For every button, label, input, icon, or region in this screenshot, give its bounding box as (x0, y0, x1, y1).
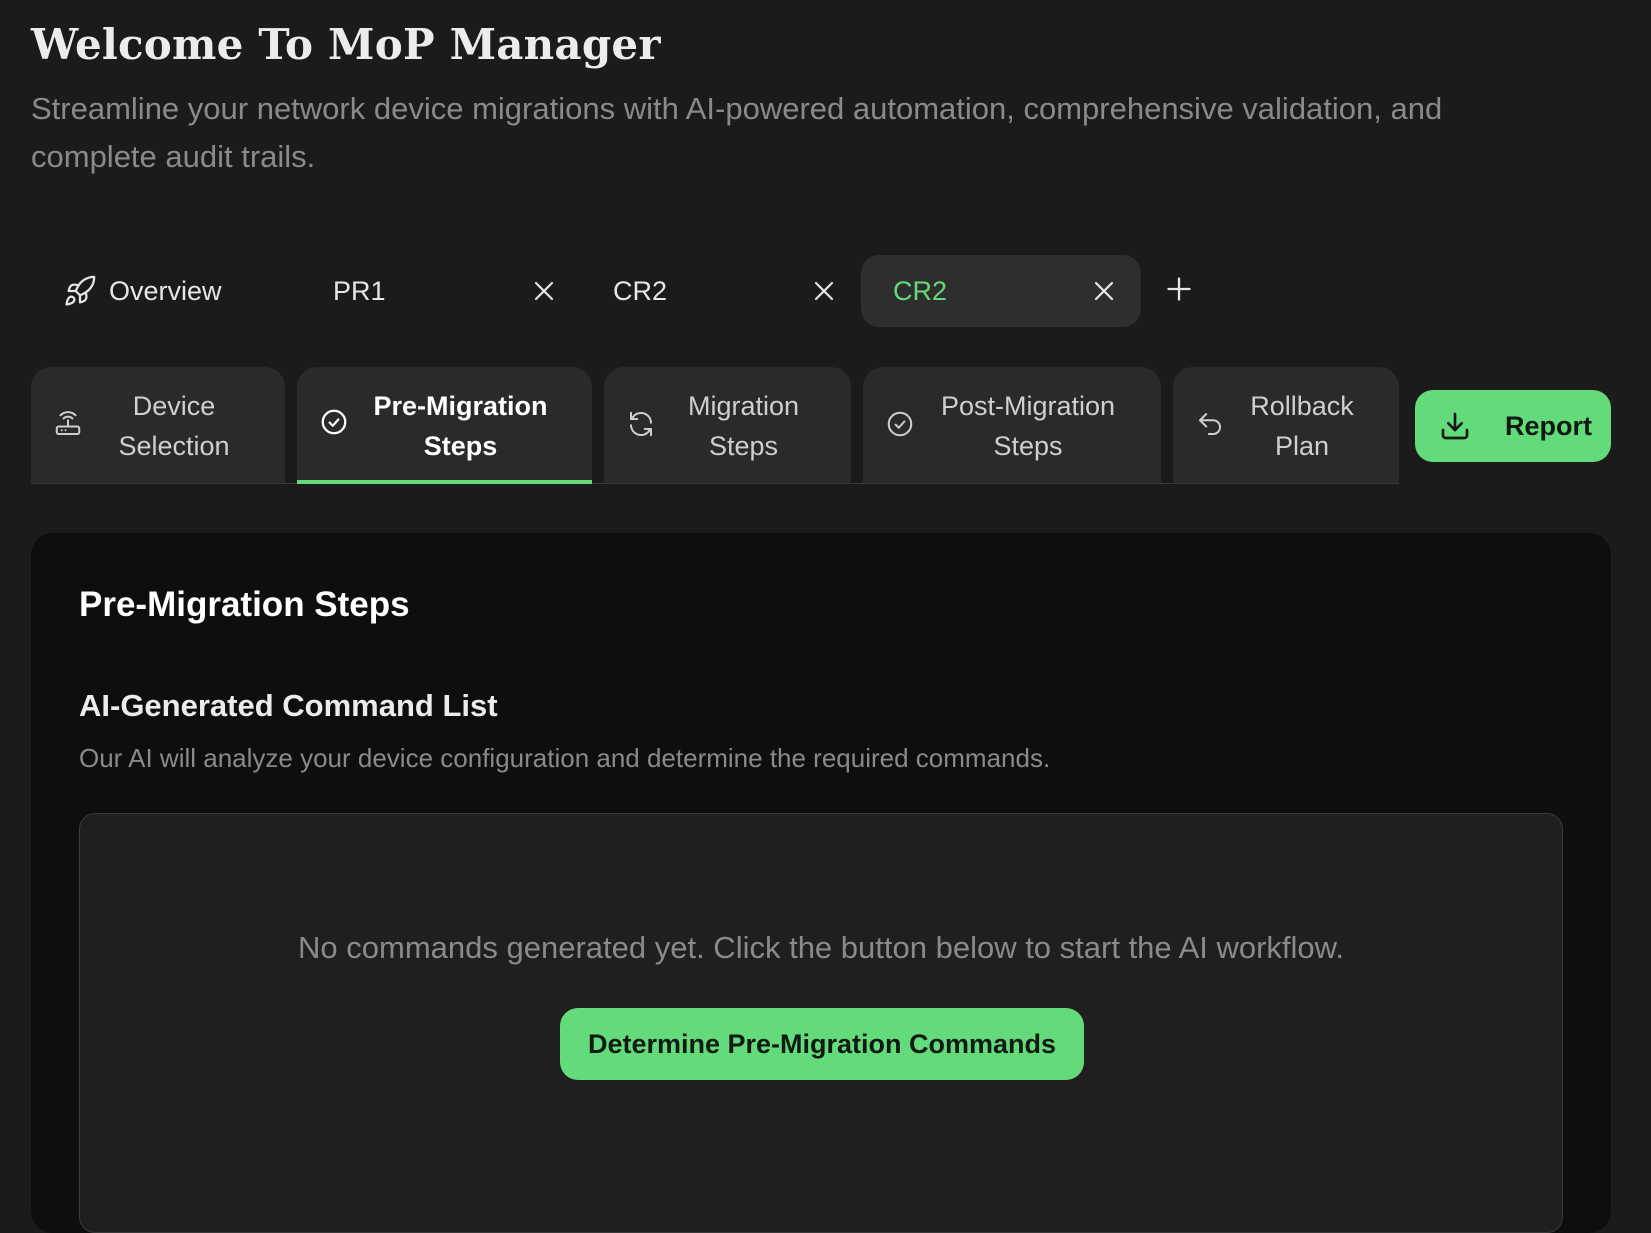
tab-overview-label: Overview (109, 275, 222, 306)
plus-icon (1165, 275, 1193, 308)
router-icon (53, 409, 83, 439)
add-tab-button[interactable] (1149, 255, 1209, 327)
page-title: Welcome To MoP Manager (31, 20, 661, 69)
page-header: Welcome To MoP Manager Streamline your n… (31, 20, 1591, 181)
determine-commands-button[interactable]: Determine Pre-Migration Commands (560, 1008, 1084, 1080)
tab-device-selection[interactable]: Device Selection (31, 367, 285, 484)
undo-icon (1195, 409, 1225, 439)
pre-migration-panel: Pre-Migration Steps AI-Generated Command… (31, 533, 1611, 1233)
close-icon[interactable] (1087, 274, 1121, 308)
close-icon[interactable] (807, 274, 841, 308)
report-button[interactable]: Report (1415, 390, 1611, 462)
section-title: AI-Generated Command List (79, 688, 498, 723)
tab-rollback-plan[interactable]: Rollback Plan (1173, 367, 1399, 484)
tab-overview[interactable]: Overview (31, 255, 301, 327)
active-tab-indicator (297, 480, 592, 484)
tab-document-label: CR2 (613, 275, 668, 306)
tab-document[interactable]: CR2 (581, 255, 861, 327)
check-circle-icon (885, 409, 915, 439)
panel-title: Pre-Migration Steps (79, 585, 410, 624)
empty-state-message: No commands generated yet. Click the but… (298, 930, 1344, 965)
section-description: Our AI will analyze your device configur… (79, 743, 1051, 773)
tab-pre-migration-steps[interactable]: Pre-Migration Steps (297, 367, 592, 484)
step-tabs: Device Selection Pre-Migration Steps Mig… (31, 367, 1399, 484)
check-circle-icon (319, 407, 349, 437)
tab-document[interactable]: PR1 (301, 255, 581, 327)
tab-document-label: CR2 (893, 275, 948, 306)
tab-document-active[interactable]: CR2 (861, 255, 1141, 327)
close-icon[interactable] (527, 274, 561, 308)
report-button-label: Report (1505, 410, 1592, 441)
command-list-box: No commands generated yet. Click the but… (79, 813, 1563, 1233)
refresh-icon (626, 409, 656, 439)
tab-post-migration-steps[interactable]: Post-Migration Steps (863, 367, 1161, 484)
rocket-icon (63, 274, 97, 308)
tab-migration-steps[interactable]: Migration Steps (604, 367, 851, 484)
page-subtitle: Streamline your network device migration… (31, 91, 1443, 174)
tab-document-label: PR1 (333, 275, 386, 306)
workspace-tabs: Overview PR1 CR2 CR2 (31, 255, 1209, 327)
download-icon (1439, 410, 1471, 442)
